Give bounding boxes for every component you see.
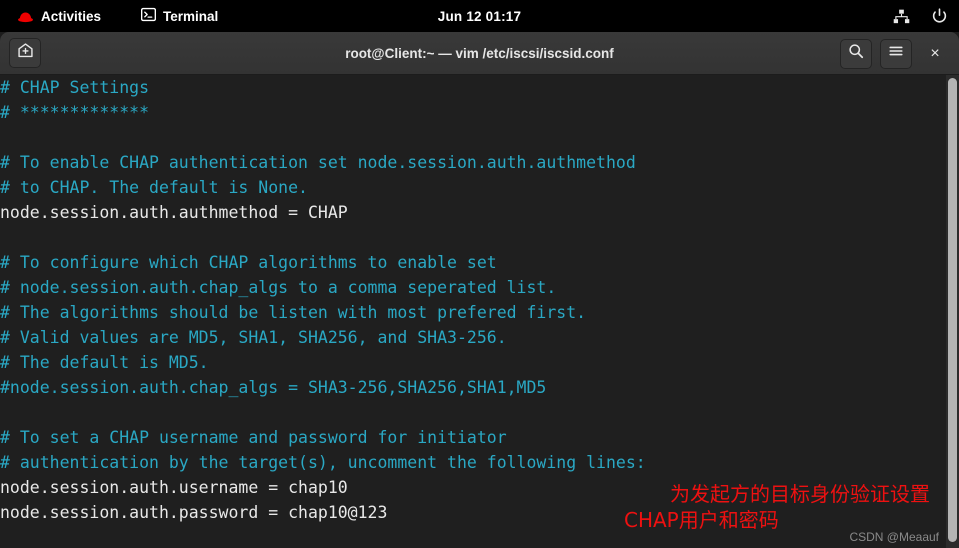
add-tab-icon <box>17 42 34 64</box>
close-button[interactable]: × <box>920 39 950 69</box>
power-icon[interactable] <box>925 2 953 30</box>
gnome-top-bar: Activities Terminal Jun 12 01:17 <box>0 0 959 32</box>
app-menu-terminal[interactable]: Terminal <box>132 0 227 32</box>
terminal-text-lines: # CHAP Settings # ************* # To enab… <box>0 75 940 525</box>
search-icon <box>848 43 864 64</box>
terminal-line: # To enable CHAP authentication set node… <box>0 153 636 172</box>
activities-label: Activities <box>41 8 102 24</box>
terminal-window: root@Client:~ — vim /etc/iscsi/iscsid.co… <box>0 32 959 548</box>
terminal-line: # ************* <box>0 103 150 122</box>
app-menu-label: Terminal <box>163 8 219 24</box>
hamburger-icon <box>888 44 904 63</box>
terminal-content[interactable]: # CHAP Settings # ************* # To enab… <box>0 75 959 548</box>
search-button[interactable] <box>840 38 872 69</box>
system-status-area[interactable] <box>887 0 953 32</box>
terminal-line: # node.session.auth.chap_algs to a comma… <box>0 278 557 297</box>
new-tab-button[interactable] <box>9 38 41 68</box>
terminal-line: # To configure which CHAP algorithms to … <box>0 253 497 272</box>
terminal-line: # to CHAP. The default is None. <box>0 178 308 197</box>
close-icon: × <box>930 44 940 62</box>
window-titlebar[interactable]: root@Client:~ — vim /etc/iscsi/iscsid.co… <box>0 32 959 75</box>
terminal-scrollbar[interactable] <box>946 75 959 548</box>
terminal-line: # To set a CHAP username and password fo… <box>0 428 507 447</box>
terminal-line: # The algorithms should be listen with m… <box>0 303 587 322</box>
terminal-icon <box>140 7 157 25</box>
clock-label[interactable]: Jun 12 01:17 <box>438 9 521 24</box>
terminal-line: # Valid values are MD5, SHA1, SHA256, an… <box>0 328 507 347</box>
network-icon[interactable] <box>887 2 915 30</box>
desktop-screen: Activities Terminal Jun 12 01:17 root@Cl… <box>0 0 959 548</box>
redhat-logo-icon <box>17 10 34 23</box>
terminal-line: # The default is MD5. <box>0 353 209 372</box>
titlebar-controls: × <box>840 32 950 75</box>
terminal-line: node.session.auth.password = chap10@123 <box>0 503 388 522</box>
scrollbar-thumb[interactable] <box>948 78 957 542</box>
terminal-line: #node.session.auth.chap_algs = SHA3-256,… <box>0 378 547 397</box>
activities-button[interactable]: Activities <box>8 0 110 32</box>
terminal-line: node.session.auth.authmethod = CHAP <box>0 203 348 222</box>
window-title: root@Client:~ — vim /etc/iscsi/iscsid.co… <box>345 45 614 61</box>
terminal-line: # CHAP Settings <box>0 78 150 97</box>
watermark-label: CSDN @Meaauf <box>849 530 939 544</box>
terminal-line: node.session.auth.username = chap10 <box>0 478 348 497</box>
menu-button[interactable] <box>880 38 912 69</box>
terminal-line: # authentication by the target(s), uncom… <box>0 453 646 472</box>
